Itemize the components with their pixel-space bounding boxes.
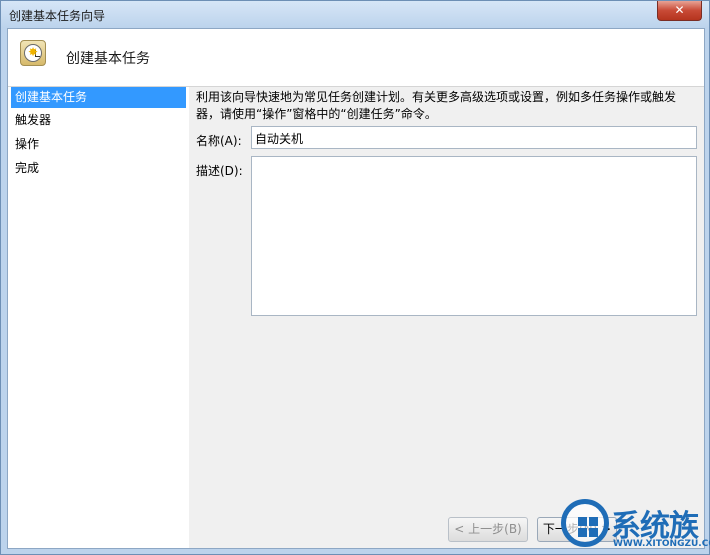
description-label: 描述(D): (196, 164, 243, 178)
description-textarea[interactable] (251, 156, 697, 316)
wizard-header: ✸ 创建基本任务 (8, 29, 704, 87)
step-item-finish[interactable]: 完成 (11, 158, 186, 179)
step-item-trigger[interactable]: 触发器 (11, 110, 186, 131)
page-title: 创建基本任务 (66, 51, 150, 67)
clock-icon: ✸ (20, 40, 46, 66)
name-input[interactable]: 自动关机 (251, 126, 697, 149)
name-label: 名称(A): (196, 134, 242, 148)
next-button[interactable]: 下一步(N) > (537, 517, 617, 542)
close-button[interactable]: ✕ (657, 1, 702, 21)
back-button[interactable]: < 上一步(B) (448, 517, 528, 542)
title-bar[interactable]: 创建基本任务向导 ✕ (1, 1, 709, 28)
step-sidebar: 创建基本任务 触发器 操作 完成 (8, 87, 189, 548)
description-text: 利用该向导快速地为常见任务创建计划。有关更多高级选项或设置，例如多任务操作或触发… (196, 90, 677, 121)
window-title: 创建基本任务向导 (9, 9, 106, 23)
wizard-window: 创建基本任务向导 ✕ ✸ 创建基本任务 创建基本任务 触发器 操作 完成 利用该… (0, 0, 710, 555)
wizard-body: ✸ 创建基本任务 创建基本任务 触发器 操作 完成 利用该向导快速地为常见任务创… (7, 28, 705, 549)
step-content: 利用该向导快速地为常见任务创建计划。有关更多高级选项或设置，例如多任务操作或触发… (189, 87, 704, 548)
step-item-create-task[interactable]: 创建基本任务 (11, 87, 186, 108)
step-item-action[interactable]: 操作 (11, 134, 186, 155)
